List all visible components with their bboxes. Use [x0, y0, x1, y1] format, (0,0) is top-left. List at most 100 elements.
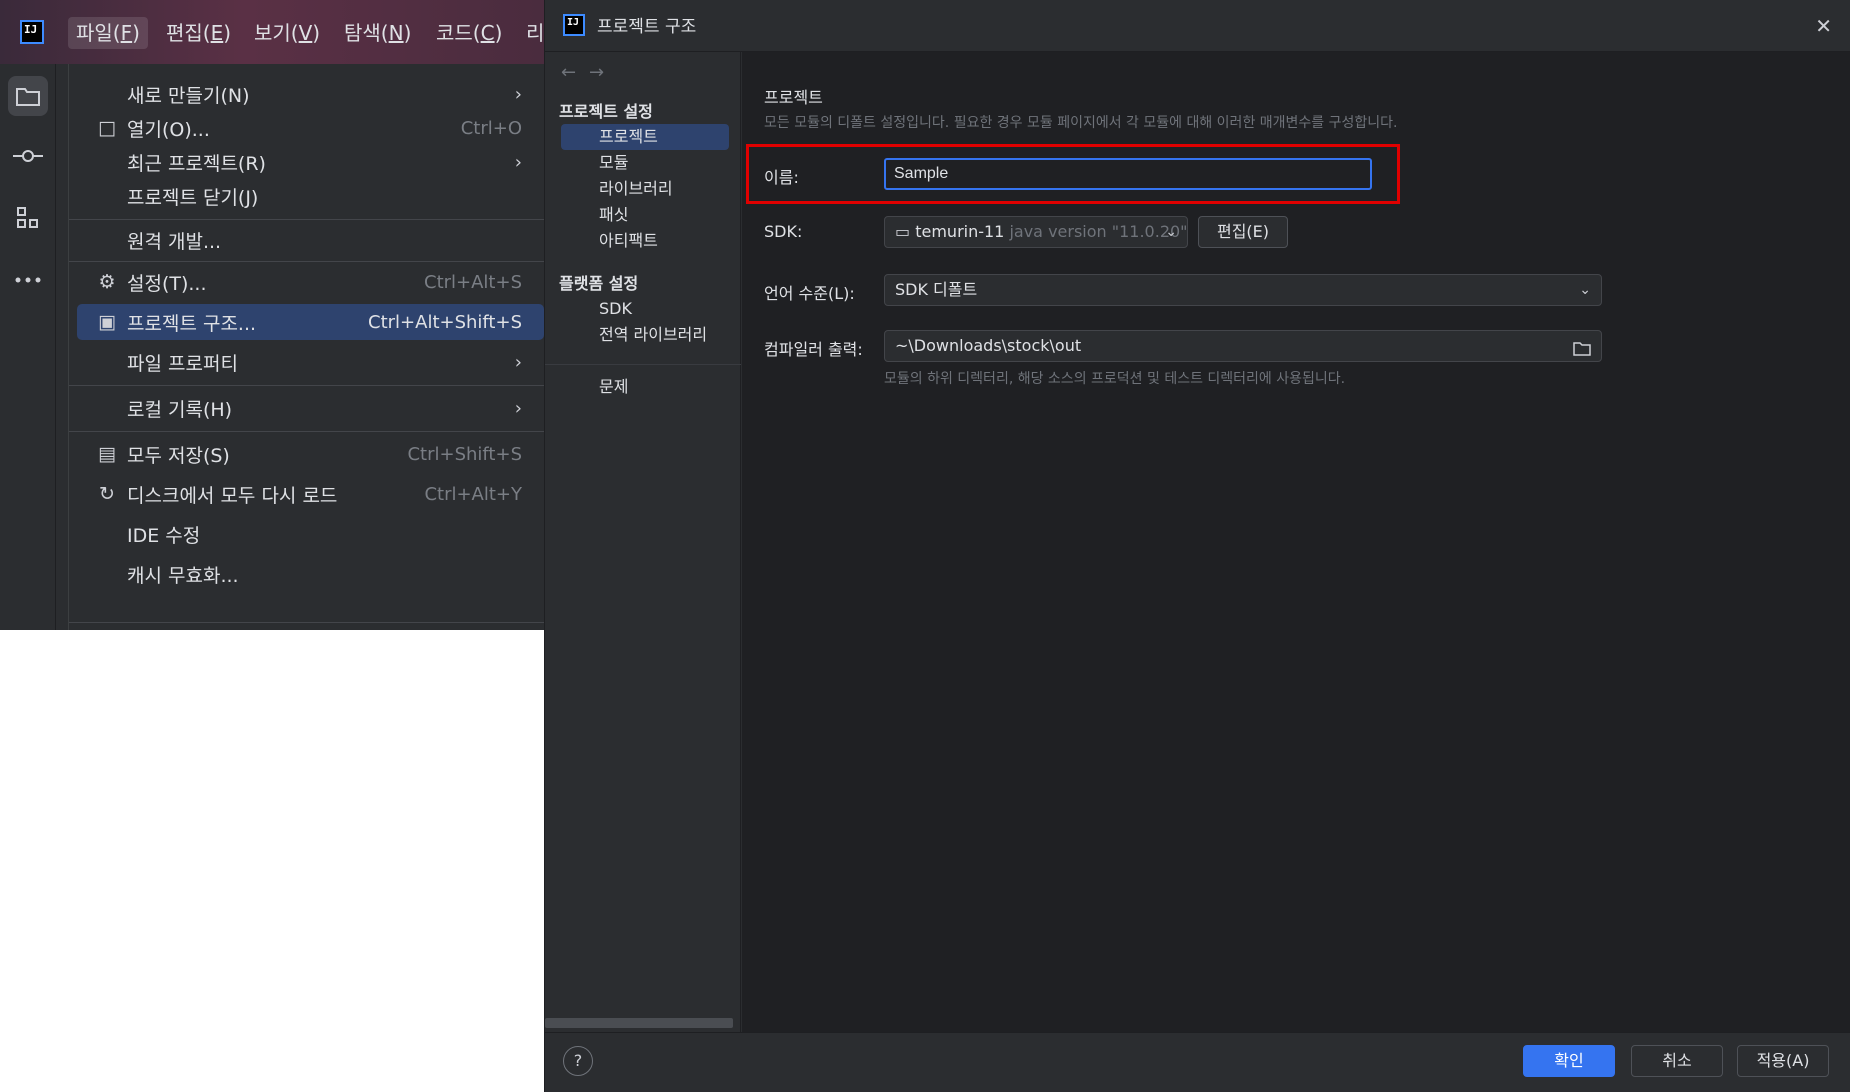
menu-item-label: 파일 프로퍼티 [127, 352, 238, 375]
name-label: 이름: [764, 168, 799, 187]
menu-separator [69, 219, 544, 220]
menu-navigate[interactable]: 탐색(N) [336, 17, 419, 49]
menu-item-repair-ide[interactable]: IDE 수정 [77, 516, 544, 552]
menu-item-reload-from-disk[interactable]: ↻ 디스크에서 모두 다시 로드 Ctrl+Alt+Y [77, 476, 544, 512]
compiler-output-hint: 모듈의 하위 디렉터리, 해당 소스의 프로덕션 및 테스트 디렉터리에 사용됩… [884, 371, 1346, 387]
nav-horizontal-scrollbar[interactable] [545, 1018, 733, 1028]
menu-item-history-icon [91, 390, 123, 426]
menu-separator [69, 261, 544, 262]
menu-item-new[interactable]: 새로 만들기(N) › [77, 76, 544, 112]
menu-item-open[interactable]: □ 열기(O)... Ctrl+O [77, 110, 544, 146]
menu-file[interactable]: 파일(F) [68, 17, 148, 49]
sdk-version: java version "11.0.20" [1009, 222, 1188, 241]
menu-item-label: IDE 수정 [127, 524, 201, 547]
menu-item-label: 프로젝트 닫기(J) [127, 186, 259, 209]
menu-item-close-project[interactable]: 프로젝트 닫기(J) [77, 178, 544, 214]
project-name-input[interactable] [884, 158, 1372, 190]
sdk-edit-button[interactable]: 편집(E) [1198, 216, 1288, 248]
browse-folder-icon[interactable] [1573, 337, 1591, 367]
nav-item-modules[interactable]: 모듈 [561, 150, 729, 176]
menu-item-recent-projects[interactable]: 최근 프로젝트(R) › [77, 144, 544, 180]
nav-item-libraries[interactable]: 라이브러리 [561, 176, 729, 202]
menu-item-settings[interactable]: ⚙ 설정(T)... Ctrl+Alt+S [77, 264, 544, 300]
menu-edit-after: ) [223, 21, 232, 45]
menu-edit-key: E [210, 21, 224, 45]
nav-item-project[interactable]: 프로젝트 [561, 124, 729, 150]
sdk-folder-icon: ▭ [895, 222, 911, 241]
sdk-dropdown[interactable]: ▭ temurin-11 java version "11.0.20" ⌄ [884, 216, 1188, 248]
menu-view-after: ) [312, 21, 321, 45]
menu-item-project-structure[interactable]: ▣ 프로젝트 구조... Ctrl+Alt+Shift+S [77, 304, 544, 340]
close-icon[interactable]: ✕ [1815, 14, 1832, 38]
menu-view-key: V [298, 21, 313, 45]
chevron-down-icon: ⌄ [1579, 282, 1591, 298]
menu-item-file-properties[interactable]: 파일 프로퍼티 › [77, 344, 544, 380]
more-icon[interactable] [8, 260, 48, 300]
chevron-right-icon: › [514, 83, 522, 105]
project-structure-icon: ▣ [98, 311, 116, 333]
menu-item-shortcut: Ctrl+Alt+S [424, 271, 522, 293]
nav-item-artifacts[interactable]: 아티팩트 [561, 228, 729, 254]
nav-item-sdk[interactable]: SDK [561, 296, 729, 322]
compiler-output-label: 컴파일러 출력: [764, 340, 863, 359]
nav-item-global-libraries[interactable]: 전역 라이브러리 [561, 322, 729, 348]
language-level-dropdown[interactable]: SDK 디폴트 ⌄ [884, 274, 1602, 306]
compiler-output-value: ~\Downloads\stock\out [895, 336, 1082, 355]
chevron-right-icon: › [514, 397, 522, 419]
menu-code[interactable]: 코드(C) [428, 17, 510, 49]
folder-icon[interactable] [8, 76, 48, 116]
menu-item-remote-icon [91, 222, 123, 258]
menu-navigate-label: 탐색( [344, 21, 389, 45]
menu-refactor[interactable]: 리 [518, 17, 544, 49]
tool-window-strip [0, 64, 56, 630]
menu-item-close-icon [91, 178, 123, 214]
commit-icon[interactable] [8, 136, 48, 176]
back-arrow-icon[interactable]: ← [561, 62, 576, 83]
structure-icon[interactable] [8, 198, 48, 238]
menu-view[interactable]: 보기(V) [246, 17, 328, 49]
menu-file-key: F [120, 21, 133, 45]
menu-item-repair-icon [91, 516, 123, 552]
project-settings-panel: 프로젝트 모든 모듈의 디폴트 설정입니다. 필요한 경우 모듈 페이지에서 각… [742, 52, 1850, 1032]
menu-item-label: 모두 저장(S) [127, 444, 230, 467]
ide-title-bar: IJ 파일(F) 편집(E) 보기(V) 탐색(N) 코드(C) 리 [0, 0, 544, 64]
ide-window: IJ 파일(F) 편집(E) 보기(V) 탐색(N) 코드(C) 리 새로 만들… [0, 0, 544, 630]
menu-item-cache-icon [91, 556, 123, 592]
intellij-logo-icon: IJ [563, 14, 585, 36]
menu-item-local-history[interactable]: 로컬 기록(H) › [77, 390, 544, 426]
menu-separator [69, 431, 544, 432]
nav-item-problems[interactable]: 문제 [561, 374, 729, 400]
section-title: 프로젝트 [764, 88, 823, 107]
menu-item-shortcut: Ctrl+Shift+S [407, 443, 522, 465]
menu-item-label: 디스크에서 모두 다시 로드 [127, 484, 338, 507]
menu-item-remote-dev[interactable]: 원격 개발... [77, 222, 544, 258]
menu-item-shortcut: Ctrl+O [460, 117, 522, 139]
gear-icon: ⚙ [98, 271, 116, 293]
ok-button[interactable]: 확인 [1523, 1045, 1615, 1077]
menu-file-label: 파일( [76, 21, 121, 45]
menu-edit[interactable]: 편집(E) [158, 17, 239, 49]
sdk-label: SDK: [764, 222, 803, 241]
chevron-right-icon: › [514, 151, 522, 173]
cancel-button[interactable]: 취소 [1631, 1045, 1723, 1077]
apply-button[interactable]: 적용(A) [1737, 1045, 1829, 1077]
nav-item-facets[interactable]: 패싯 [561, 202, 729, 228]
compiler-output-field[interactable]: ~\Downloads\stock\out [884, 330, 1602, 362]
menu-item-label: 원격 개발... [127, 230, 222, 253]
nav-section-platform-settings: 플랫폼 설정 [559, 274, 639, 293]
menu-item-new-icon [91, 76, 123, 112]
dialog-title-bar: IJ 프로젝트 구조 ✕ [545, 0, 1850, 52]
dialog-footer: ? 확인 취소 적용(A) [545, 1032, 1850, 1092]
language-level-label: 언어 수준(L): [764, 284, 855, 303]
forward-arrow-icon[interactable]: → [589, 62, 604, 83]
dialog-title: 프로젝트 구조 [597, 17, 697, 37]
menu-code-label: 코드( [436, 21, 481, 45]
menu-item-props-icon [91, 344, 123, 380]
help-icon[interactable]: ? [563, 1046, 593, 1076]
menu-item-save-all[interactable]: ▤ 모두 저장(S) Ctrl+Shift+S [77, 436, 544, 472]
menu-refactor-label: 리 [526, 21, 544, 45]
nav-separator [545, 364, 741, 365]
nav-section-project-settings: 프로젝트 설정 [559, 102, 653, 121]
menu-item-invalidate-caches[interactable]: 캐시 무효화... [77, 556, 544, 592]
section-description: 모든 모듈의 디폴트 설정입니다. 필요한 경우 모듈 페이지에서 각 모듈에 … [764, 115, 1398, 131]
